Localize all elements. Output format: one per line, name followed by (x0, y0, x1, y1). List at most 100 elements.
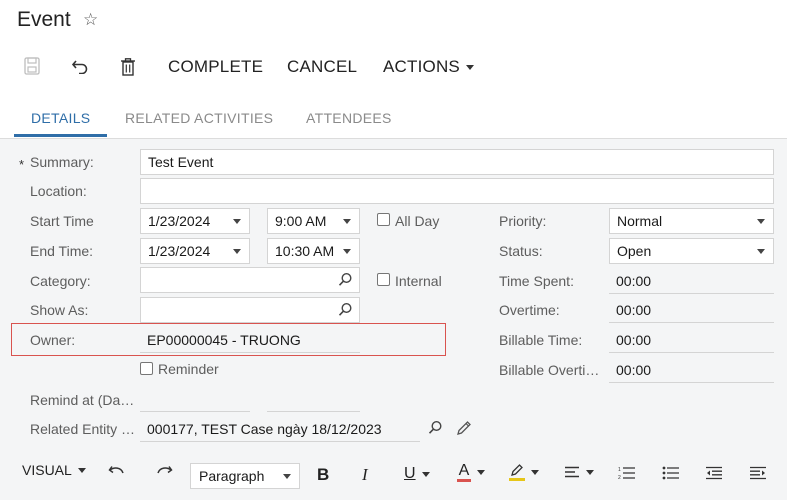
actions-label: ACTIONS (383, 57, 460, 76)
chevron-down-icon (465, 65, 474, 71)
font-color-label: A (458, 462, 470, 479)
billable-overtime-label: Billable Overti… (499, 362, 600, 378)
billable-overtime-value: 00:00 (616, 362, 652, 378)
internal-checkbox[interactable] (377, 273, 390, 286)
chevron-down-icon (757, 249, 765, 254)
tab-attendees[interactable]: ATTENDEES (306, 110, 392, 126)
related-entity-label: Related Entity … (30, 421, 136, 437)
owner-field[interactable]: EP00000045 - TRUONG (140, 327, 360, 353)
summary-label: Summary: (30, 154, 94, 170)
time-spent-value: 00:00 (616, 273, 652, 289)
italic-button[interactable]: I (362, 465, 368, 485)
start-time-label: Start Time (30, 213, 94, 229)
chevron-down-icon (586, 469, 594, 475)
all-day-label: All Day (395, 213, 440, 229)
edit-pencil-icon[interactable] (456, 420, 472, 441)
font-color-bar (457, 479, 471, 482)
end-time-label: End Time: (30, 243, 94, 259)
category-input[interactable] (140, 267, 360, 293)
cancel-button[interactable]: CANCEL (287, 57, 357, 77)
end-time-value: 10:30 AM (275, 243, 335, 259)
svg-text:2: 2 (618, 475, 621, 480)
editor-undo-icon[interactable] (108, 464, 126, 480)
status-select[interactable]: Open (609, 238, 774, 264)
paragraph-format-select[interactable]: Paragraph (190, 463, 300, 489)
underline-button[interactable]: U (404, 465, 430, 483)
status-label: Status: (499, 243, 543, 259)
chevron-down-icon (283, 474, 291, 479)
remind-at-label: Remind at (Da… (30, 392, 135, 408)
highlighter-icon (511, 464, 523, 476)
delete-trash-icon[interactable] (117, 54, 139, 78)
chevron-down-icon (421, 471, 430, 477)
editor-mode-dropdown[interactable]: VISUAL (22, 462, 86, 478)
reminder-checkbox[interactable] (140, 362, 153, 375)
summary-input[interactable]: Test Event (140, 149, 774, 175)
bullet-list-icon[interactable] (662, 466, 680, 480)
end-date-value: 1/23/2024 (148, 243, 211, 259)
actions-menu-button[interactable]: ACTIONS (383, 57, 474, 77)
font-color-button[interactable]: A (457, 463, 485, 482)
editor-redo-icon[interactable] (155, 464, 173, 480)
align-button[interactable] (564, 466, 594, 478)
search-icon[interactable] (338, 272, 353, 290)
show-as-label: Show As: (30, 302, 89, 318)
tab-related-activities[interactable]: RELATED ACTIVITIES (125, 110, 273, 126)
category-label: Category: (30, 273, 91, 289)
location-input[interactable] (140, 178, 774, 204)
all-day-checkbox[interactable] (377, 213, 390, 226)
indent-icon[interactable] (749, 466, 767, 480)
remind-date-field[interactable] (140, 411, 250, 412)
start-date-select[interactable]: 1/23/2024 (140, 208, 250, 234)
priority-select[interactable]: Normal (609, 208, 774, 234)
status-value: Open (617, 243, 652, 259)
chevron-down-icon (477, 470, 485, 475)
overtime-field: 00:00 (609, 297, 774, 323)
priority-value: Normal (617, 213, 663, 229)
required-marker: * (19, 157, 25, 172)
bold-button[interactable]: B (317, 465, 329, 485)
chevron-down-icon (77, 467, 86, 473)
start-time-select[interactable]: 9:00 AM (267, 208, 360, 234)
related-entity-field[interactable]: 000177, TEST Case ngày 18/12/2023 (140, 416, 420, 442)
page-title: Event (17, 8, 71, 31)
align-left-icon (565, 466, 579, 478)
start-date-value: 1/23/2024 (148, 213, 211, 229)
outdent-icon[interactable] (705, 466, 723, 480)
related-entity-value: 000177, TEST Case ngày 18/12/2023 (147, 421, 382, 437)
editor-mode-label: VISUAL (22, 462, 72, 478)
complete-button[interactable]: COMPLETE (168, 57, 263, 77)
highlight-button[interactable] (509, 464, 539, 481)
overtime-value: 00:00 (616, 302, 652, 318)
numbered-list-icon[interactable]: 12 (618, 466, 636, 480)
billable-time-value: 00:00 (616, 332, 652, 348)
end-time-select[interactable]: 10:30 AM (267, 238, 360, 264)
summary-value: Test Event (148, 154, 214, 170)
save-icon[interactable] (21, 54, 43, 78)
priority-label: Priority: (499, 213, 547, 229)
time-spent-field: 00:00 (609, 268, 774, 294)
search-icon[interactable] (338, 302, 353, 320)
overtime-label: Overtime: (499, 302, 560, 318)
time-spent-label: Time Spent: (499, 273, 574, 289)
active-tab-indicator (14, 134, 107, 137)
start-time-value: 9:00 AM (275, 213, 327, 229)
chevron-down-icon (757, 219, 765, 224)
chevron-down-icon (531, 470, 539, 475)
favorite-star-icon[interactable]: ☆ (83, 10, 98, 30)
paragraph-format-value: Paragraph (199, 468, 265, 484)
end-date-select[interactable]: 1/23/2024 (140, 238, 250, 264)
show-as-input[interactable] (140, 297, 360, 323)
chevron-down-icon (343, 219, 351, 224)
location-label: Location: (30, 183, 87, 199)
undo-icon[interactable] (69, 54, 91, 78)
svg-text:1: 1 (618, 467, 621, 473)
remind-time-field[interactable] (267, 411, 360, 412)
internal-label: Internal (395, 273, 442, 289)
reminder-label: Reminder (158, 361, 219, 377)
tab-details[interactable]: DETAILS (31, 110, 90, 126)
chevron-down-icon (343, 249, 351, 254)
chevron-down-icon (233, 219, 241, 224)
underline-label: U (404, 465, 416, 482)
search-icon[interactable] (428, 420, 443, 440)
